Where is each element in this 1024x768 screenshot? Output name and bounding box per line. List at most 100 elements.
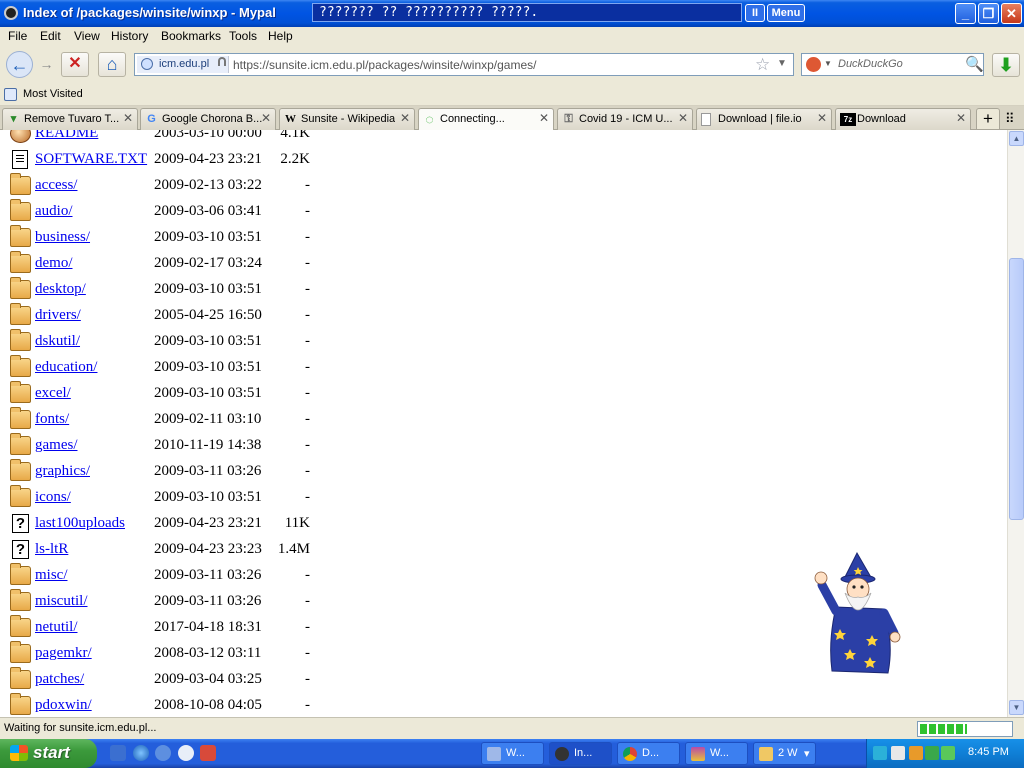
- file-link[interactable]: miscutil/: [35, 593, 88, 610]
- tray-user-icon[interactable]: [891, 746, 905, 760]
- taskbar-clock[interactable]: 8:45 PM: [968, 746, 1009, 758]
- taskbar-button-winrar[interactable]: W...: [685, 742, 748, 765]
- tab-close-icon[interactable]: ✕: [956, 111, 966, 125]
- quicklaunch-app-icon[interactable]: [200, 745, 216, 761]
- file-link[interactable]: SOFTWARE.TXT: [35, 151, 147, 168]
- home-button[interactable]: ⌂: [98, 52, 126, 77]
- file-link[interactable]: misc/: [35, 567, 68, 584]
- url-text[interactable]: https://sunsite.icm.edu.pl/packages/wins…: [233, 58, 536, 72]
- menu-bookmarks[interactable]: Bookmarks: [161, 29, 221, 43]
- start-button[interactable]: start: [0, 739, 97, 768]
- listing-row: graphics/2009-03-11 03:26 -: [0, 459, 340, 486]
- file-link[interactable]: desktop/: [35, 281, 86, 298]
- close-window-button[interactable]: ✕: [1001, 3, 1022, 24]
- file-size: -: [305, 489, 310, 505]
- tray-security-icon[interactable]: [925, 746, 939, 760]
- file-link[interactable]: patches/: [35, 671, 84, 688]
- tab-connecting[interactable]: ◌ Connecting... ✕: [418, 108, 554, 130]
- address-bar[interactable]: icm.edu.pl https://sunsite.icm.edu.pl/pa…: [134, 53, 794, 76]
- file-link[interactable]: audio/: [35, 203, 73, 220]
- marquee-pause-button[interactable]: II: [745, 4, 765, 22]
- minimize-button[interactable]: _: [955, 3, 976, 24]
- file-link[interactable]: dskutil/: [35, 333, 80, 350]
- quicklaunch-browser-icon[interactable]: [155, 745, 171, 761]
- file-link[interactable]: fonts/: [35, 411, 69, 428]
- taskbar-button-chrome[interactable]: D...: [617, 742, 680, 765]
- taskbar-button-mypal[interactable]: In...: [549, 742, 612, 765]
- show-desktop-icon[interactable]: [110, 745, 126, 761]
- tab-sunsite-wikipedia[interactable]: W Sunsite - Wikipedia ✕: [279, 108, 415, 130]
- file-date: 2008-03-12 03:11: [154, 645, 262, 661]
- tab-download-7zip[interactable]: 7z Download ✕: [835, 108, 971, 130]
- file-link[interactable]: excel/: [35, 385, 71, 402]
- restore-button[interactable]: ❐: [978, 3, 999, 24]
- windows-taskbar: start W... In... D... W... 2 W ▾ 8:45 PM: [0, 739, 1024, 768]
- tab-remove-tuvaro[interactable]: ▾ Remove Tuvaro T... ✕: [2, 108, 138, 130]
- taskbar-button-window[interactable]: W...: [481, 742, 544, 765]
- menu-file[interactable]: File: [8, 29, 27, 43]
- file-link[interactable]: access/: [35, 177, 77, 194]
- scroll-down-button[interactable]: ▼: [1009, 700, 1024, 715]
- tab-google-chorona[interactable]: G Google Chorona B... ✕: [140, 108, 276, 130]
- tab-close-icon[interactable]: ✕: [539, 111, 549, 125]
- duckduckgo-icon[interactable]: [806, 57, 821, 72]
- bookmark-star-icon[interactable]: ☆: [755, 55, 770, 75]
- file-link[interactable]: pdoxwin/: [35, 697, 92, 714]
- file-link[interactable]: education/: [35, 359, 97, 376]
- status-bar: Waiting for sunsite.icm.edu.pl...: [0, 717, 1024, 739]
- scroll-up-button[interactable]: ▲: [1009, 131, 1024, 146]
- menu-edit[interactable]: Edit: [40, 29, 61, 43]
- search-icon[interactable]: 🔍: [965, 55, 984, 73]
- file-link[interactable]: demo/: [35, 255, 73, 272]
- tray-app-icon[interactable]: [873, 746, 887, 760]
- internet-explorer-icon[interactable]: [133, 745, 149, 761]
- file-link[interactable]: README: [35, 130, 98, 142]
- tab-close-icon[interactable]: ✕: [261, 111, 271, 125]
- menu-help[interactable]: Help: [268, 29, 293, 43]
- tab-close-icon[interactable]: ✕: [678, 111, 688, 125]
- url-history-dropdown[interactable]: ▼: [777, 58, 787, 69]
- search-engine-dropdown[interactable]: ▼: [824, 59, 832, 68]
- bookmark-most-visited[interactable]: Most Visited: [23, 88, 83, 100]
- scrollbar-thumb[interactable]: [1009, 258, 1024, 520]
- marquee-menu-button[interactable]: Menu: [767, 4, 805, 22]
- file-link[interactable]: icons/: [35, 489, 71, 506]
- vertical-scrollbar[interactable]: ▲ ▼: [1007, 130, 1024, 717]
- menu-tools[interactable]: Tools: [229, 29, 257, 43]
- search-bar[interactable]: ▼ DuckDuckGo 🔍: [801, 53, 984, 76]
- tab-list-icon[interactable]: ⠿: [1005, 111, 1015, 127]
- menu-view[interactable]: View: [74, 29, 100, 43]
- tab-label: Download: [857, 113, 906, 125]
- tab-close-icon[interactable]: ✕: [817, 111, 827, 125]
- tray-network-icon[interactable]: [941, 746, 955, 760]
- stop-button[interactable]: ✕: [61, 52, 89, 77]
- back-button[interactable]: ←: [6, 51, 33, 78]
- mypal-app-icon[interactable]: [4, 6, 18, 20]
- tab-download-fileio[interactable]: Download | file.io ✕: [696, 108, 832, 130]
- taskbar-button-explorer-group[interactable]: 2 W ▾: [753, 742, 816, 765]
- tray-monitor-icon[interactable]: [909, 746, 923, 760]
- file-link[interactable]: last100uploads: [35, 515, 125, 532]
- file-date: 2009-03-10 03:51: [154, 359, 262, 375]
- listing-row: desktop/2009-03-10 03:51 -: [0, 277, 340, 304]
- file-link[interactable]: graphics/: [35, 463, 90, 480]
- forward-button[interactable]: →: [33, 51, 60, 78]
- search-input[interactable]: DuckDuckGo: [838, 58, 903, 70]
- tab-close-icon[interactable]: ✕: [123, 111, 133, 125]
- media-player-icon[interactable]: [178, 745, 194, 761]
- listing-row: excel/2009-03-10 03:51 -: [0, 381, 340, 408]
- file-date: 2009-02-11 03:10: [154, 411, 262, 427]
- tab-close-icon[interactable]: ✕: [400, 111, 410, 125]
- file-link[interactable]: netutil/: [35, 619, 78, 636]
- menu-history[interactable]: History: [111, 29, 148, 43]
- folder-icon: [10, 199, 31, 221]
- new-tab-button[interactable]: +: [976, 108, 1000, 130]
- tab-covid-icm[interactable]: ⚿ Covid 19 - ICM U... ✕: [557, 108, 693, 130]
- file-link[interactable]: pagemkr/: [35, 645, 92, 662]
- file-link[interactable]: business/: [35, 229, 90, 246]
- file-link[interactable]: drivers/: [35, 307, 81, 324]
- file-link[interactable]: games/: [35, 437, 78, 454]
- file-link[interactable]: ls-ltR: [35, 541, 68, 558]
- site-identity-button[interactable]: icm.edu.pl: [137, 56, 229, 73]
- downloads-button[interactable]: ⬇: [992, 53, 1020, 77]
